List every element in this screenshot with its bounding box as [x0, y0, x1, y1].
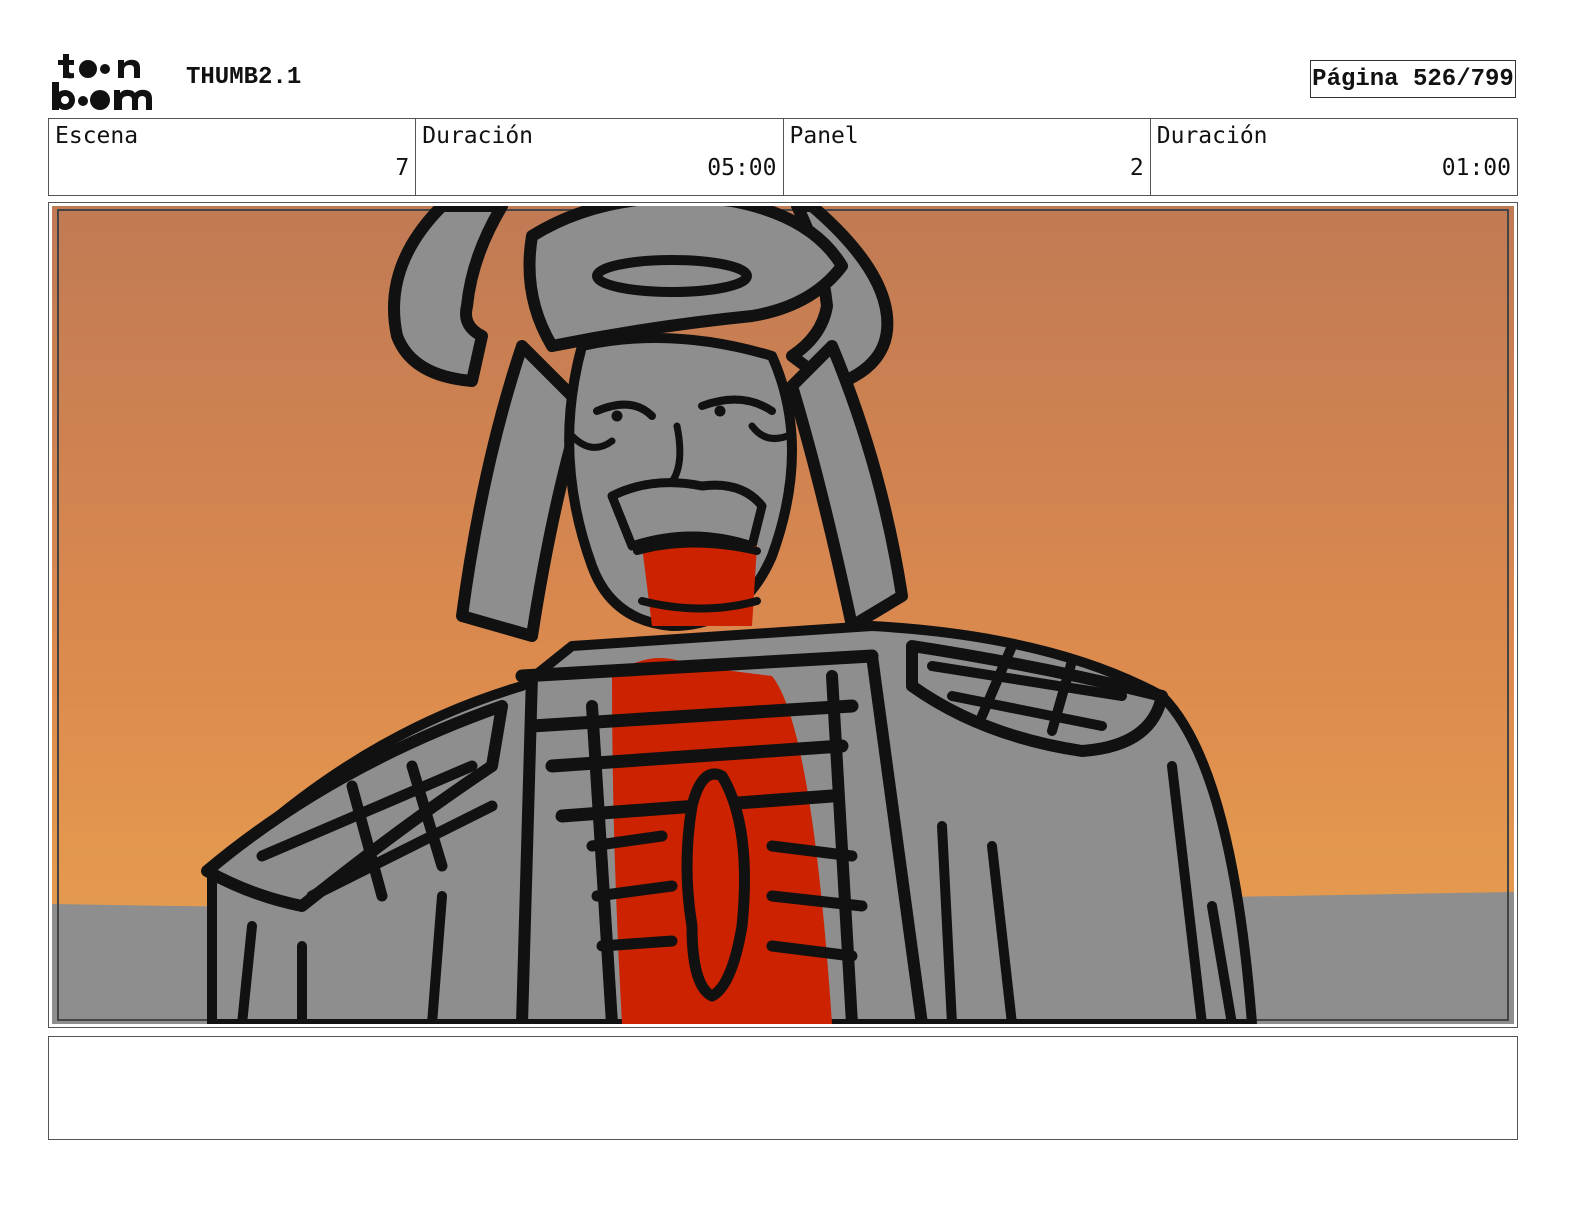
notes-box: [48, 1036, 1518, 1140]
panel-value: 2: [1129, 155, 1144, 181]
scene-duration-cell: Duración 05:00: [415, 119, 782, 195]
toon-boom-logo: [52, 54, 152, 110]
scene-cell: Escena 7: [49, 119, 415, 195]
page-number: Página 526/799: [1310, 60, 1516, 98]
scene-duration-value: 05:00: [707, 155, 777, 181]
panel-duration-label: Duración: [1156, 123, 1268, 149]
panel-duration-value: 01:00: [1441, 155, 1511, 181]
scene-label: Escena: [55, 123, 139, 149]
panel-frame: [48, 202, 1518, 1028]
project-title: THUMB2.1: [186, 64, 302, 91]
panel-duration-cell: Duración 01:00: [1149, 119, 1517, 195]
scene-duration-label: Duración: [422, 123, 534, 149]
panel-label: Panel: [789, 123, 859, 149]
panel-cell: Panel 2: [782, 119, 1150, 195]
panel-drawing: [52, 206, 1514, 1024]
scene-value: 7: [395, 155, 410, 181]
scene-info-row: Escena 7 Duración 05:00 Panel 2 Duración…: [48, 118, 1518, 196]
